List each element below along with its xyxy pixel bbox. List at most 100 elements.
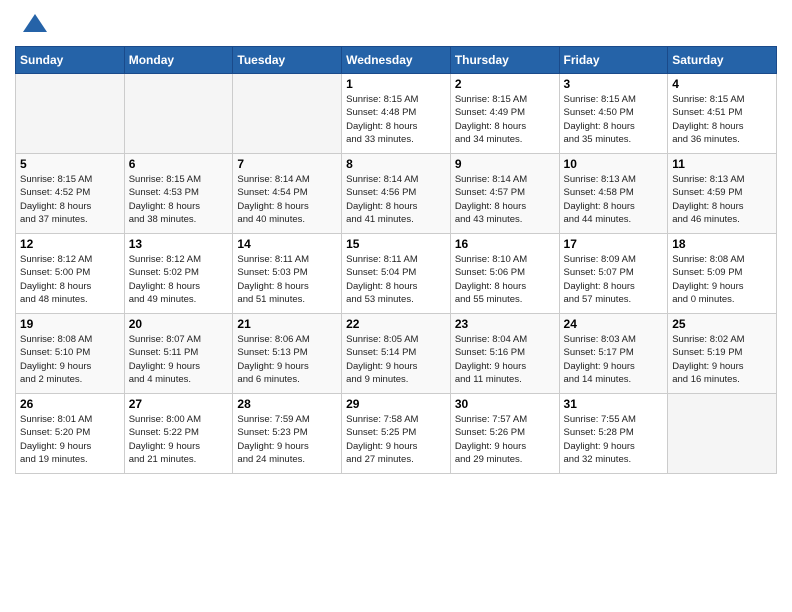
calendar-cell: 27Sunrise: 8:00 AM Sunset: 5:22 PM Dayli… xyxy=(124,394,233,474)
weekday-header-wednesday: Wednesday xyxy=(342,47,451,74)
day-number: 12 xyxy=(20,237,120,251)
day-number: 31 xyxy=(564,397,664,411)
calendar-cell: 5 Sunrise: 8:15 AM Sunset: 4:52 PM Daylig… xyxy=(16,154,125,234)
calendar-cell: 13Sunrise: 8:12 AM Sunset: 5:02 PM Dayli… xyxy=(124,234,233,314)
day-info: Sunrise: 8:14 AM Sunset: 4:56 PM Dayligh… xyxy=(346,173,446,226)
day-number: 18 xyxy=(672,237,772,251)
day-number: 9 xyxy=(455,157,555,171)
day-info: Sunrise: 8:03 AM Sunset: 5:17 PM Dayligh… xyxy=(564,333,664,386)
day-number: 8 xyxy=(346,157,446,171)
calendar-cell: 9 Sunrise: 8:14 AM Sunset: 4:57 PM Daylig… xyxy=(450,154,559,234)
day-info: Sunrise: 8:10 AM Sunset: 5:06 PM Dayligh… xyxy=(455,253,555,306)
day-number: 19 xyxy=(20,317,120,331)
day-info: Sunrise: 8:14 AM Sunset: 4:54 PM Dayligh… xyxy=(237,173,337,226)
day-number: 23 xyxy=(455,317,555,331)
calendar-week-3: 12 Sunrise: 8:12 AM Sunset: 5:00 PM Dayli… xyxy=(16,234,777,314)
day-info: Sunrise: 7:59 AM Sunset: 5:23 PM Dayligh… xyxy=(237,413,337,466)
day-info: Sunrise: 8:15 AM Sunset: 4:53 PM Dayligh… xyxy=(129,173,229,226)
calendar-cell: 14 Sunrise: 8:11 AM Sunset: 5:03 PM Dayli… xyxy=(233,234,342,314)
calendar-week-1: 1 Sunrise: 8:15 AM Sunset: 4:48 PM Daylig… xyxy=(16,74,777,154)
page-header xyxy=(15,10,777,38)
day-info: Sunrise: 8:04 AM Sunset: 5:16 PM Dayligh… xyxy=(455,333,555,386)
calendar-cell: 24 Sunrise: 8:03 AM Sunset: 5:17 PM Dayli… xyxy=(559,314,668,394)
calendar-cell xyxy=(668,394,777,474)
calendar-table: SundayMondayTuesdayWednesdayThursdayFrid… xyxy=(15,46,777,474)
day-number: 7 xyxy=(237,157,337,171)
calendar-cell: 18 Sunrise: 8:08 AM Sunset: 5:09 PM Dayli… xyxy=(668,234,777,314)
day-number: 17 xyxy=(564,237,664,251)
day-number: 20 xyxy=(129,317,229,331)
calendar-week-5: 26Sunrise: 8:01 AM Sunset: 5:20 PM Dayli… xyxy=(16,394,777,474)
day-number: 3 xyxy=(564,77,664,91)
day-info: Sunrise: 8:15 AM Sunset: 4:48 PM Dayligh… xyxy=(346,93,446,146)
day-info: Sunrise: 8:13 AM Sunset: 4:59 PM Dayligh… xyxy=(672,173,772,226)
calendar-cell: 17Sunrise: 8:09 AM Sunset: 5:07 PM Dayli… xyxy=(559,234,668,314)
calendar-cell xyxy=(233,74,342,154)
day-number: 24 xyxy=(564,317,664,331)
calendar-cell: 28 Sunrise: 7:59 AM Sunset: 5:23 PM Dayli… xyxy=(233,394,342,474)
day-info: Sunrise: 8:15 AM Sunset: 4:51 PM Dayligh… xyxy=(672,93,772,146)
day-number: 29 xyxy=(346,397,446,411)
day-number: 10 xyxy=(564,157,664,171)
weekday-header-tuesday: Tuesday xyxy=(233,47,342,74)
day-info: Sunrise: 8:06 AM Sunset: 5:13 PM Dayligh… xyxy=(237,333,337,386)
calendar-cell: 19 Sunrise: 8:08 AM Sunset: 5:10 PM Dayli… xyxy=(16,314,125,394)
weekday-header-thursday: Thursday xyxy=(450,47,559,74)
day-info: Sunrise: 8:11 AM Sunset: 5:04 PM Dayligh… xyxy=(346,253,446,306)
day-number: 16 xyxy=(455,237,555,251)
day-info: Sunrise: 8:15 AM Sunset: 4:49 PM Dayligh… xyxy=(455,93,555,146)
calendar-cell: 1 Sunrise: 8:15 AM Sunset: 4:48 PM Daylig… xyxy=(342,74,451,154)
day-info: Sunrise: 8:08 AM Sunset: 5:10 PM Dayligh… xyxy=(20,333,120,386)
day-number: 28 xyxy=(237,397,337,411)
day-number: 30 xyxy=(455,397,555,411)
day-info: Sunrise: 8:12 AM Sunset: 5:00 PM Dayligh… xyxy=(20,253,120,306)
day-info: Sunrise: 8:14 AM Sunset: 4:57 PM Dayligh… xyxy=(455,173,555,226)
calendar-cell: 23 Sunrise: 8:04 AM Sunset: 5:16 PM Dayli… xyxy=(450,314,559,394)
calendar-cell: 31 Sunrise: 7:55 AM Sunset: 5:28 PM Dayli… xyxy=(559,394,668,474)
day-info: Sunrise: 8:01 AM Sunset: 5:20 PM Dayligh… xyxy=(20,413,120,466)
calendar-cell: 11 Sunrise: 8:13 AM Sunset: 4:59 PM Dayli… xyxy=(668,154,777,234)
calendar-cell: 22 Sunrise: 8:05 AM Sunset: 5:14 PM Dayli… xyxy=(342,314,451,394)
day-number: 4 xyxy=(672,77,772,91)
day-info: Sunrise: 8:15 AM Sunset: 4:50 PM Dayligh… xyxy=(564,93,664,146)
day-info: Sunrise: 8:11 AM Sunset: 5:03 PM Dayligh… xyxy=(237,253,337,306)
calendar-cell: 10 Sunrise: 8:13 AM Sunset: 4:58 PM Dayli… xyxy=(559,154,668,234)
day-number: 6 xyxy=(129,157,229,171)
calendar-week-4: 19 Sunrise: 8:08 AM Sunset: 5:10 PM Dayli… xyxy=(16,314,777,394)
day-number: 22 xyxy=(346,317,446,331)
day-number: 2 xyxy=(455,77,555,91)
weekday-header-friday: Friday xyxy=(559,47,668,74)
logo xyxy=(15,10,49,38)
day-number: 15 xyxy=(346,237,446,251)
day-info: Sunrise: 8:00 AM Sunset: 5:22 PM Dayligh… xyxy=(129,413,229,466)
day-number: 5 xyxy=(20,157,120,171)
calendar-cell: 25Sunrise: 8:02 AM Sunset: 5:19 PM Dayli… xyxy=(668,314,777,394)
logo-icon xyxy=(21,10,49,38)
weekday-header-saturday: Saturday xyxy=(668,47,777,74)
calendar-cell: 26Sunrise: 8:01 AM Sunset: 5:20 PM Dayli… xyxy=(16,394,125,474)
calendar-cell: 15 Sunrise: 8:11 AM Sunset: 5:04 PM Dayli… xyxy=(342,234,451,314)
calendar-cell: 7 Sunrise: 8:14 AM Sunset: 4:54 PM Daylig… xyxy=(233,154,342,234)
calendar-cell: 16 Sunrise: 8:10 AM Sunset: 5:06 PM Dayli… xyxy=(450,234,559,314)
day-number: 14 xyxy=(237,237,337,251)
day-number: 1 xyxy=(346,77,446,91)
day-info: Sunrise: 8:08 AM Sunset: 5:09 PM Dayligh… xyxy=(672,253,772,306)
day-info: Sunrise: 8:05 AM Sunset: 5:14 PM Dayligh… xyxy=(346,333,446,386)
day-info: Sunrise: 8:07 AM Sunset: 5:11 PM Dayligh… xyxy=(129,333,229,386)
day-info: Sunrise: 8:15 AM Sunset: 4:52 PM Dayligh… xyxy=(20,173,120,226)
day-info: Sunrise: 7:57 AM Sunset: 5:26 PM Dayligh… xyxy=(455,413,555,466)
day-number: 13 xyxy=(129,237,229,251)
calendar-cell: 30 Sunrise: 7:57 AM Sunset: 5:26 PM Dayli… xyxy=(450,394,559,474)
calendar-week-2: 5 Sunrise: 8:15 AM Sunset: 4:52 PM Daylig… xyxy=(16,154,777,234)
calendar-cell: 29Sunrise: 7:58 AM Sunset: 5:25 PM Dayli… xyxy=(342,394,451,474)
weekday-header-row: SundayMondayTuesdayWednesdayThursdayFrid… xyxy=(16,47,777,74)
calendar-cell: 8 Sunrise: 8:14 AM Sunset: 4:56 PM Daylig… xyxy=(342,154,451,234)
weekday-header-sunday: Sunday xyxy=(16,47,125,74)
day-number: 11 xyxy=(672,157,772,171)
day-number: 25 xyxy=(672,317,772,331)
calendar-cell: 21 Sunrise: 8:06 AM Sunset: 5:13 PM Dayli… xyxy=(233,314,342,394)
day-number: 21 xyxy=(237,317,337,331)
day-info: Sunrise: 7:55 AM Sunset: 5:28 PM Dayligh… xyxy=(564,413,664,466)
calendar-cell: 6 Sunrise: 8:15 AM Sunset: 4:53 PM Daylig… xyxy=(124,154,233,234)
day-info: Sunrise: 8:13 AM Sunset: 4:58 PM Dayligh… xyxy=(564,173,664,226)
